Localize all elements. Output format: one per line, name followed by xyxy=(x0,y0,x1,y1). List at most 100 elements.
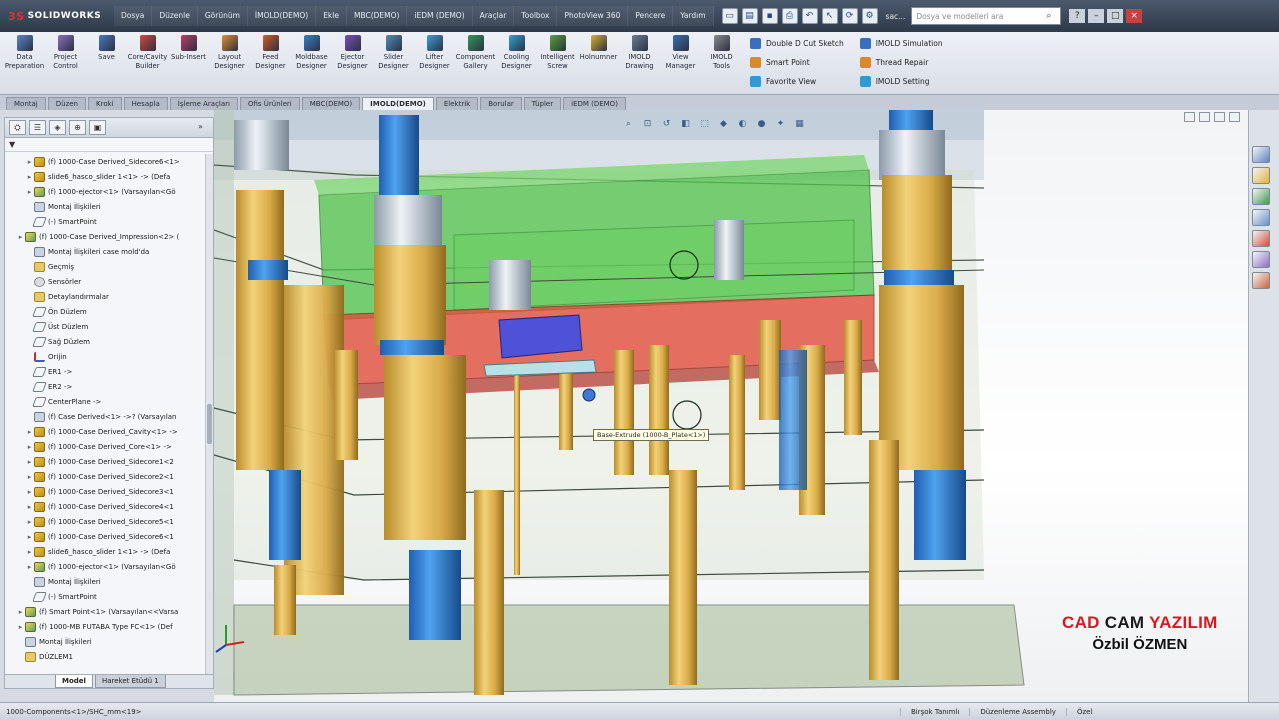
view-orientation-icon[interactable]: ⬚ xyxy=(698,118,711,131)
tree-item[interactable]: Orijin xyxy=(5,349,207,364)
close-button[interactable]: × xyxy=(1126,9,1143,23)
slider-insert[interactable] xyxy=(498,314,583,359)
tree-item[interactable]: ▸ (f) Smart Point<1> (Varsayılan<<Varsa xyxy=(5,604,207,619)
menu-item-dosya[interactable]: Dosya xyxy=(114,6,153,26)
view-palette-icon[interactable] xyxy=(1252,209,1270,226)
ribbon-command-thread-repair[interactable]: Thread Repair xyxy=(859,55,943,69)
design-library-icon[interactable] xyxy=(1252,167,1270,184)
expand-toggle-icon[interactable]: ▸ xyxy=(25,188,34,196)
previous-view-icon[interactable]: ↺ xyxy=(660,118,673,131)
expand-toggle-icon[interactable]: ▸ xyxy=(25,488,34,496)
tree-item[interactable]: ▸ (f) 1000-Case Derived_Impression<2> ( xyxy=(5,229,207,244)
viewport-close-icon[interactable] xyxy=(1229,112,1240,122)
zoom-fit-icon[interactable]: ⌕ xyxy=(622,118,635,131)
expand-toggle-icon[interactable]: ▸ xyxy=(25,533,34,541)
status-segment-d-zenleme-assembly[interactable]: Düzenleme Assembly xyxy=(969,707,1066,716)
ribbon-button-data-preparation[interactable]: Data Preparation xyxy=(4,32,45,92)
status-segment-bir-ok-tan-ml[interactable]: Birşok Tanımlı xyxy=(900,707,969,716)
scrollbar-thumb[interactable] xyxy=(207,404,212,444)
expand-toggle-icon[interactable]: ▸ xyxy=(25,518,34,526)
ribbon-button-moldbase-designer[interactable]: Moldbase Designer xyxy=(291,32,332,92)
viewport-maximize-icon[interactable] xyxy=(1214,112,1225,122)
hide-show-icon[interactable]: ◐ xyxy=(736,118,749,131)
tab-hesapla[interactable]: Hesapla xyxy=(123,97,168,110)
menu-item-yard-m[interactable]: Yardım xyxy=(673,6,714,26)
tree-item[interactable]: Montaj İlişkileri xyxy=(5,574,207,589)
tab-montaj[interactable]: Montaj xyxy=(6,97,46,110)
clamp-screw-left[interactable] xyxy=(474,490,504,695)
ribbon-button-cooling-designer[interactable]: Cooling Designer xyxy=(496,32,537,92)
guide-pillar-left[interactable] xyxy=(236,190,284,470)
tree-item[interactable]: Ön Düzlem xyxy=(5,304,207,319)
guide-bush-front-left[interactable] xyxy=(379,115,419,195)
minimize-button[interactable]: – xyxy=(1088,9,1105,23)
expand-toggle-icon[interactable]: ▸ xyxy=(25,428,34,436)
open-icon[interactable]: ▤ xyxy=(741,8,758,24)
tab-kroki[interactable]: Kroki xyxy=(88,97,122,110)
apply-scene-icon[interactable]: ✦ xyxy=(774,118,787,131)
expand-panel-icon[interactable]: » xyxy=(192,120,209,135)
expand-toggle-icon[interactable]: ▸ xyxy=(16,623,25,631)
section-view-icon[interactable]: ◧ xyxy=(679,118,692,131)
display-style-icon[interactable]: ◆ xyxy=(717,118,730,131)
tree-item[interactable]: (f) Case Derived<1> ->? (Varsayılan xyxy=(5,409,207,424)
ribbon-command-double-d-cut-sketch[interactable]: Double D Cut Sketch xyxy=(750,36,844,50)
ribbon-button-feed-designer[interactable]: Feed Designer xyxy=(250,32,291,92)
tree-item[interactable]: ER1 -> xyxy=(5,364,207,379)
tree-item[interactable]: ▸ (f) 1000-MB FUTABA Type FC<1> (Def xyxy=(5,619,207,634)
tree-tab-model[interactable]: Model xyxy=(55,675,93,688)
menu-item-mbc-demo[interactable]: MBC(DEMO) xyxy=(346,6,408,26)
tree-item[interactable]: (-) SmartPoint xyxy=(5,214,207,229)
expand-toggle-icon[interactable]: ▸ xyxy=(25,458,34,466)
ribbon-button-layout-designer[interactable]: Layout Designer xyxy=(209,32,250,92)
ribbon-command-imold-setting[interactable]: IMOLD Setting xyxy=(859,74,943,88)
tree-item[interactable]: CenterPlane -> xyxy=(5,394,207,409)
tree-item[interactable]: Montaj İlişkileri case mold'da xyxy=(5,244,207,259)
expand-toggle-icon[interactable]: ▸ xyxy=(25,158,34,166)
resources-icon[interactable] xyxy=(1252,146,1270,163)
save-icon[interactable]: ▪ xyxy=(761,8,778,24)
feature-tree-icon[interactable]: ⛭ xyxy=(9,120,26,135)
ribbon-button-slider-designer[interactable]: Slider Designer xyxy=(373,32,414,92)
tree-item[interactable]: ▸ slide6_hasco_slider 1<1> -> (Defa xyxy=(5,544,207,559)
tree-item[interactable]: Montaj İlişkileri xyxy=(5,199,207,214)
solidworks-logo[interactable]: 3S SOLIDWORKS xyxy=(0,0,108,32)
viewport-minimize-icon[interactable] xyxy=(1184,112,1195,122)
print-icon[interactable]: ⎙ xyxy=(781,8,798,24)
tree-item[interactable]: Üst Düzlem xyxy=(5,319,207,334)
configuration-manager-icon[interactable]: ◈ xyxy=(49,120,66,135)
ribbon-button-intelligent-screw[interactable]: Intelligent Screw xyxy=(537,32,578,92)
viewport-restore-icon[interactable] xyxy=(1199,112,1210,122)
ribbon-button-view-manager[interactable]: View Manager xyxy=(660,32,701,92)
maximize-button[interactable]: □ xyxy=(1107,9,1124,23)
expand-toggle-icon[interactable]: ▸ xyxy=(25,563,34,571)
tree-item[interactable]: ▸ (f) 1000-Case Derived_Sidecore6<1 xyxy=(5,529,207,544)
tree-item[interactable]: ▸ (f) 1000-ejector<1> (Varsayılan<Gö xyxy=(5,184,207,199)
display-manager-icon[interactable]: ▣ xyxy=(89,120,106,135)
tree-tab-hareket-et-d-1[interactable]: Hareket Etüdü 1 xyxy=(94,675,166,688)
menu-item-toolbox[interactable]: Toolbox xyxy=(514,6,558,26)
edit-appearance-icon[interactable]: ● xyxy=(755,118,768,131)
menu-item-iedm-demo[interactable]: iEDM (DEMO) xyxy=(407,6,473,26)
rebuild-icon[interactable]: ⟳ xyxy=(841,8,858,24)
view-settings-icon[interactable]: ▦ xyxy=(793,118,806,131)
options-icon[interactable]: ⚙ xyxy=(861,8,878,24)
expand-toggle-icon[interactable]: ▸ xyxy=(25,443,34,451)
tab-imold-demo[interactable]: IMOLD(DEMO) xyxy=(362,97,434,110)
tree-item[interactable]: Montaj İlişkileri xyxy=(5,634,207,649)
ribbon-button-imold-drawing[interactable]: IMOLD Drawing xyxy=(619,32,660,92)
dimxpert-icon[interactable]: ⊕ xyxy=(69,120,86,135)
tree-item[interactable]: DÜZLEM1 xyxy=(5,649,207,664)
ribbon-command-smart-point[interactable]: Smart Point xyxy=(750,55,844,69)
expand-toggle-icon[interactable]: ▸ xyxy=(25,503,34,511)
expand-toggle-icon[interactable]: ▸ xyxy=(25,473,34,481)
menu-item-g-r-n-m[interactable]: Görünüm xyxy=(197,6,248,26)
help-icon[interactable]: ? xyxy=(1069,9,1086,23)
ribbon-command-favorite-view[interactable]: Favorite View xyxy=(750,74,844,88)
search-box[interactable]: Dosya ve modelleri ara ⌕ xyxy=(911,7,1062,25)
tab-elektrik[interactable]: Elektrik xyxy=(435,97,479,110)
ribbon-button-ejector-designer[interactable]: Ejector Designer xyxy=(332,32,373,92)
tree-item[interactable]: ▸ (f) 1000-Case Derived_Sidecore5<1 xyxy=(5,514,207,529)
expand-toggle-icon[interactable]: ▸ xyxy=(25,173,34,181)
menu-item-photoview-360[interactable]: PhotoView 360 xyxy=(557,6,629,26)
